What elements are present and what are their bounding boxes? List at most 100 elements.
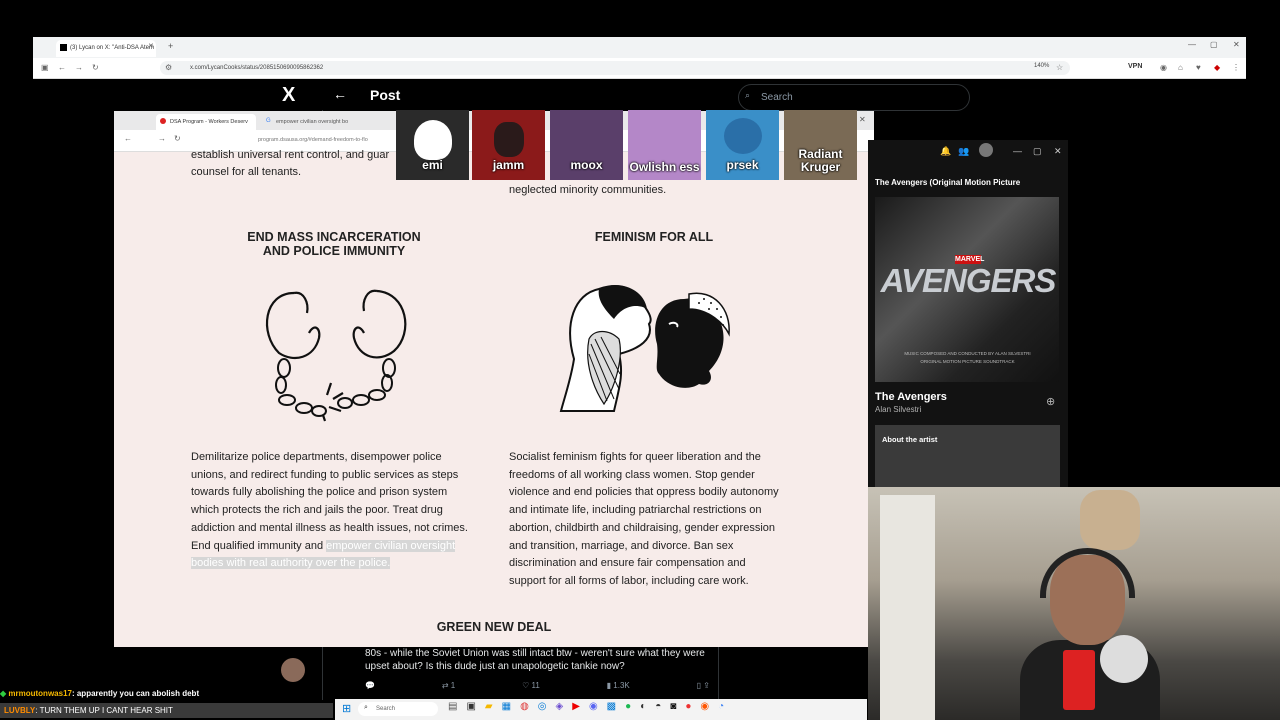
avatar-face-icon bbox=[724, 118, 762, 154]
share-icon[interactable]: ⇪ bbox=[703, 681, 710, 690]
sidebar-icon[interactable]: ▣ bbox=[41, 58, 49, 78]
firefox-icon[interactable]: ◉ bbox=[700, 701, 709, 712]
spotify-minimize-icon[interactable]: — bbox=[1013, 146, 1022, 156]
avatar-radiant-kruger: Radiant Kruger bbox=[784, 110, 857, 180]
about-artist-label: About the artist bbox=[882, 435, 938, 444]
section-heading-feminism: FEMINISM FOR ALL bbox=[594, 230, 714, 244]
prev-section-line2: counsel for all tenants. bbox=[191, 166, 302, 178]
inner-tab-search[interactable]: empower civilian oversight bo bbox=[262, 114, 372, 130]
forward-icon[interactable]: → bbox=[75, 58, 83, 78]
tweet-actions: 💬 ⇄ 1 ♡ 11 ▮ 1.3K ▯ ⇪ bbox=[365, 681, 710, 695]
handcuffs-illustration bbox=[265, 289, 407, 422]
taskbar-app-icon[interactable]: ◐ bbox=[640, 701, 646, 712]
avengers-logo: AVENGERS bbox=[880, 262, 1057, 299]
dsa-favicon-icon bbox=[160, 118, 166, 124]
chrome-icon[interactable]: ◔ bbox=[718, 701, 724, 712]
spotify-close-icon[interactable]: ✕ bbox=[1054, 146, 1062, 157]
cup-icon bbox=[1063, 650, 1095, 710]
friends-icon[interactable]: 👥 bbox=[958, 146, 969, 157]
close-window-icon[interactable]: ✕ bbox=[1233, 40, 1240, 49]
highlighted-text[interactable]: empower civilian oversight bbox=[326, 539, 456, 552]
folder-icon[interactable]: ▰ bbox=[485, 701, 493, 712]
taskbar-app-icon[interactable]: ▦ bbox=[502, 701, 511, 712]
feminism-illustration bbox=[559, 285, 730, 412]
search-input[interactable]: Search bbox=[738, 84, 970, 111]
taskbar-search[interactable]: Search bbox=[358, 702, 438, 716]
artist-name[interactable]: Alan Silvestri bbox=[875, 405, 921, 414]
chat-text-2: : TURN THEM UP I CANT HEAR SHIT bbox=[35, 706, 173, 715]
spotify-maximize-icon[interactable]: ▢ bbox=[1033, 146, 1042, 157]
back-icon[interactable]: ← bbox=[58, 58, 66, 78]
taskbar-app-icon[interactable]: ▩ bbox=[607, 701, 616, 712]
inner-tab-dsa[interactable]: DSA Program - Workers Deserv bbox=[156, 114, 256, 130]
zoom-level[interactable]: 140% bbox=[1034, 63, 1049, 69]
bookmark-button[interactable]: ▯ ⇪ bbox=[697, 681, 710, 695]
extension-icon-4[interactable]: ◆ bbox=[1214, 58, 1220, 78]
section-body-incarceration: Demilitarize police departments, disempo… bbox=[191, 451, 468, 570]
avatar[interactable] bbox=[281, 658, 305, 682]
microphone-icon bbox=[1100, 635, 1148, 683]
chat-username: mrmoutonwas17 bbox=[8, 689, 72, 698]
avatar-face-icon bbox=[414, 120, 452, 160]
section-heading-incarceration: END MASS INCARCERATION AND POLICE IMMUNI… bbox=[247, 230, 421, 258]
extension-icon-2[interactable]: ⌂ bbox=[1178, 58, 1183, 78]
windows-start-icon[interactable]: ⊞ bbox=[342, 702, 351, 715]
taskbar-app-icon[interactable]: ● bbox=[685, 701, 691, 712]
address-bar[interactable]: x.com/LycanCooks/status/2085150690095862… bbox=[160, 61, 1070, 75]
highlighted-text-2[interactable]: bodies with real authority over the poli… bbox=[191, 557, 391, 570]
chat-text: : apparently you can abolish debt bbox=[71, 689, 200, 698]
minimize-icon[interactable]: — bbox=[1188, 40, 1196, 49]
cover-subtitle: ORIGINAL MOTION PICTURE SOUNDTRACK bbox=[920, 359, 1015, 364]
spotify-panel-title: The Avengers (Original Motion Picture bbox=[875, 178, 1021, 187]
reply-icon: 💬 bbox=[365, 681, 375, 690]
webcam-door bbox=[880, 495, 935, 720]
youtube-icon[interactable]: ▶ bbox=[572, 701, 580, 712]
section-heading-green-new-deal: GREEN NEW DEAL bbox=[436, 620, 552, 634]
page-title: Post bbox=[370, 87, 401, 103]
views-button[interactable]: ▮ 1.3K bbox=[607, 681, 630, 695]
reload-icon[interactable]: ↻ bbox=[92, 58, 99, 78]
album-title[interactable]: The Avengers bbox=[875, 391, 947, 403]
notification-icon[interactable]: 🔔 bbox=[940, 146, 951, 157]
site-info-icon[interactable]: ⚙ bbox=[165, 58, 172, 78]
like-count: 11 bbox=[531, 681, 540, 690]
search-icon: ⌕ bbox=[745, 90, 751, 100]
bookmark-star-icon[interactable]: ☆ bbox=[1056, 58, 1063, 78]
inner-close-icon[interactable]: ✕ bbox=[859, 115, 866, 124]
menu-icon[interactable]: ⋮ bbox=[1232, 58, 1240, 78]
x-favicon-icon bbox=[60, 44, 67, 51]
repost-button[interactable]: ⇄ 1 bbox=[442, 681, 455, 695]
add-to-library-icon[interactable]: ⊕ bbox=[1046, 395, 1055, 408]
taskbar-app-icon[interactable]: ▣ bbox=[466, 701, 475, 712]
extension-icon[interactable]: ◉ bbox=[1160, 58, 1167, 78]
prev-section-line1: establish universal rent control, and gu… bbox=[191, 149, 390, 161]
spotify-icon[interactable]: ● bbox=[625, 701, 631, 712]
x-logo-icon[interactable]: X bbox=[282, 84, 295, 107]
inner-reload-icon[interactable]: ↻ bbox=[174, 134, 181, 143]
close-tab-icon[interactable]: ✕ bbox=[148, 42, 154, 50]
section-body-feminism: Socialist feminism fights for queer libe… bbox=[509, 451, 779, 587]
taskbar-app-icon[interactable]: ◈ bbox=[556, 701, 564, 712]
vpn-badge[interactable]: VPN bbox=[1128, 63, 1142, 70]
edge-icon[interactable]: ◎ bbox=[538, 701, 547, 712]
taskbar-app-icon[interactable]: ▤ bbox=[448, 701, 457, 712]
inner-back-icon[interactable]: ← bbox=[124, 134, 132, 143]
taskbar-app-icon[interactable]: ◍ bbox=[520, 701, 529, 712]
like-button[interactable]: ♡ 11 bbox=[522, 681, 540, 695]
discord-icon[interactable]: ◉ bbox=[589, 701, 598, 712]
maximize-icon[interactable]: ▢ bbox=[1210, 40, 1218, 49]
inner-forward-icon[interactable]: → bbox=[158, 134, 166, 143]
outer-tab-active[interactable]: (3) Lycan on X: "Anti-DSA Atem bbox=[56, 40, 156, 57]
obs-icon[interactable]: ◙ bbox=[670, 701, 676, 712]
reply-button[interactable]: 💬 bbox=[365, 681, 375, 695]
back-arrow-icon[interactable]: ← bbox=[333, 86, 347, 102]
profile-avatar[interactable] bbox=[979, 143, 993, 157]
view-count: 1.3K bbox=[613, 681, 630, 690]
prev-section-right: neglected minority communities. bbox=[509, 184, 667, 196]
new-tab-icon[interactable]: + bbox=[168, 41, 173, 51]
avatar-jamm: jamm bbox=[472, 110, 545, 180]
outer-tab-bar bbox=[33, 37, 1246, 58]
steam-icon[interactable]: ◓ bbox=[655, 701, 661, 712]
chat-message-2: LUVBLY: TURN THEM UP I CANT HEAR SHIT bbox=[0, 703, 333, 718]
extension-icon-3[interactable]: ♥ bbox=[1196, 58, 1201, 78]
